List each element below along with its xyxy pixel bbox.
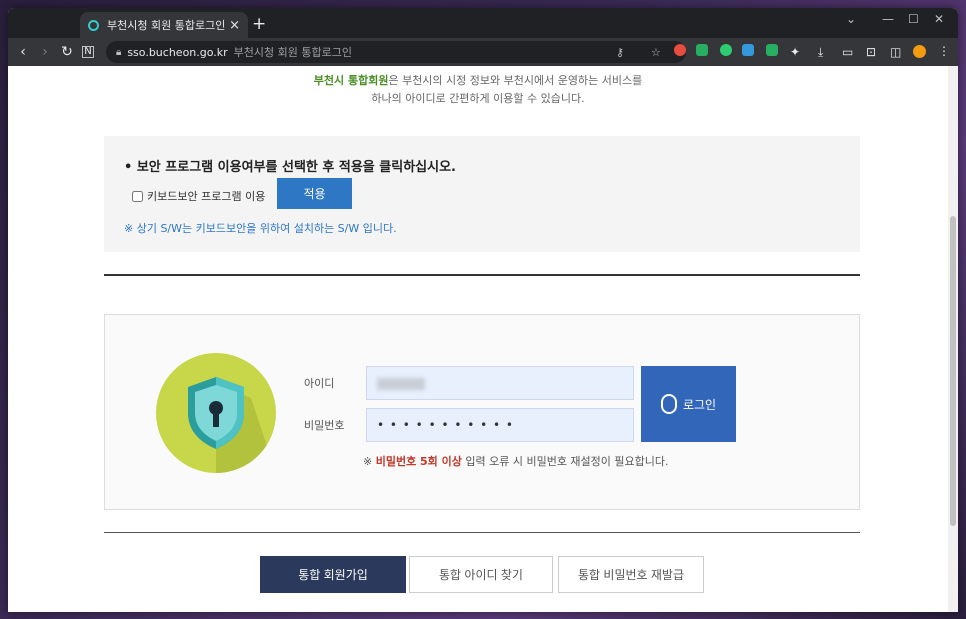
id-value-blurred xyxy=(377,378,425,390)
tab-bar: 부천시청 회원 통합로그인 × + ⌄ — ☐ ✕ xyxy=(8,8,958,38)
password-label: 비밀번호 xyxy=(304,419,345,432)
url-page-title: 부천시청 회원 통합로그인 xyxy=(233,46,352,59)
find-id-button[interactable]: 통합 아이디 찾기 xyxy=(409,556,553,593)
cast-icon[interactable]: ▭ xyxy=(842,45,853,59)
bookmark-star-icon[interactable]: ☆ xyxy=(651,46,661,59)
add-extension-icon[interactable] xyxy=(766,44,778,56)
intro-line-1: 부천시 통합회원은 부천시의 시정 정보와 부천시에서 운영하는 서비스를 xyxy=(8,72,948,88)
intro-line-2: 하나의 아이디로 간편하게 이용할 수 있습니다. xyxy=(371,92,585,105)
browser-toolbar: ‹ › ↻ N 🔒︎ sso.bucheon.go.kr 부천시청 회원 통합로… xyxy=(8,38,958,66)
back-icon[interactable]: ‹ xyxy=(12,44,34,60)
password-input[interactable]: • • • • • • • • • • • xyxy=(366,408,634,442)
maximize-icon[interactable]: ☐ xyxy=(908,12,919,26)
close-tab-icon[interactable]: × xyxy=(229,18,240,33)
login-button-label: 로그인 xyxy=(682,397,717,412)
section-divider xyxy=(104,274,860,276)
translate-icon[interactable] xyxy=(742,44,754,56)
warn-rest: 입력 오류 시 비밀번호 재설정이 필요합니다. xyxy=(461,455,669,468)
address-bar[interactable]: 🔒︎ sso.bucheon.go.kr 부천시청 회원 통합로그인 ⚷ ☆ xyxy=(106,41,686,63)
login-panel: 아이디 비밀번호 • • • • • • • • • • • 로그인 ※ 비밀번… xyxy=(104,314,860,510)
intro-highlight: 부천시 통합회원 xyxy=(313,74,389,87)
reset-password-button[interactable]: 통합 비밀번호 재발급 xyxy=(558,556,704,593)
tab-search-icon[interactable]: ⌄ xyxy=(846,12,856,26)
warn-prefix: ※ xyxy=(363,455,376,468)
sidepanel-icon[interactable]: ◫ xyxy=(890,45,901,59)
extension-red-icon[interactable] xyxy=(674,44,686,56)
forward-icon[interactable]: › xyxy=(34,44,56,60)
minimize-icon[interactable]: — xyxy=(882,12,894,26)
new-tab-button[interactable]: + xyxy=(252,14,266,34)
favicon-icon xyxy=(88,19,99,31)
id-label: 아이디 xyxy=(304,377,335,390)
keyboard-security-checkbox[interactable] xyxy=(132,190,143,202)
bullet-icon: • xyxy=(124,160,133,175)
extension-n-icon[interactable]: N xyxy=(82,46,94,58)
reload-icon[interactable]: ↻ xyxy=(56,44,78,60)
apply-button[interactable]: 적용 xyxy=(277,178,352,209)
bottom-divider xyxy=(104,532,860,533)
shield-extension-icon[interactable] xyxy=(696,44,708,56)
keyboard-security-option[interactable]: 키보드보안 프로그램 이용 xyxy=(132,188,265,204)
puzzle-icon[interactable]: ✦ xyxy=(790,45,800,59)
browser-window: 부천시청 회원 통합로그인 × + ⌄ — ☐ ✕ ‹ › ↻ N 🔒︎ sso… xyxy=(8,8,958,612)
join-button[interactable]: 통합 회원가입 xyxy=(260,556,406,593)
security-panel: • 보안 프로그램 이용여부를 선택한 후 적용을 클릭하십시오. 키보드보안 … xyxy=(104,136,860,252)
password-warning: ※ 비밀번호 5회 이상 입력 오류 시 비밀번호 재설정이 필요합니다. xyxy=(363,453,669,469)
extension-green-icon[interactable] xyxy=(720,44,732,56)
keyboard-security-label: 키보드보안 프로그램 이용 xyxy=(147,190,266,203)
security-note: ※ 상기 S/W는 키보드보안을 위하여 설치하는 S/W 입니다. xyxy=(124,222,397,235)
menu-icon[interactable]: ⋮ xyxy=(938,44,950,58)
download-icon[interactable]: ⤓ xyxy=(818,45,823,60)
security-title: • 보안 프로그램 이용여부를 선택한 후 적용을 클릭하십시오. xyxy=(124,156,456,175)
tab-title: 부천시청 회원 통합로그인 xyxy=(107,19,226,32)
profile-avatar[interactable] xyxy=(913,45,926,58)
page-content: 부천시 통합회원은 부천시의 시정 정보와 부천시에서 운영하는 서비스를 하나… xyxy=(8,66,958,612)
warn-highlight: 비밀번호 5회 이상 xyxy=(375,455,462,468)
shield-logo-icon xyxy=(156,353,276,473)
scrollbar[interactable] xyxy=(948,66,958,612)
window-close-icon[interactable]: ✕ xyxy=(934,12,944,26)
tab-active[interactable]: 부천시청 회원 통합로그인 × xyxy=(80,12,248,38)
lock-icon[interactable]: 🔒︎ xyxy=(116,47,121,58)
scrollbar-thumb[interactable] xyxy=(950,216,956,526)
padlock-icon xyxy=(660,394,677,414)
security-title-text: 보안 프로그램 이용여부를 선택한 후 적용을 클릭하십시오. xyxy=(136,160,456,175)
intro-line-1-rest: 은 부천시의 시정 정보와 부천시에서 운영하는 서비스를 xyxy=(388,74,643,87)
url-domain: sso.bucheon.go.kr xyxy=(127,45,228,59)
login-button[interactable]: 로그인 xyxy=(641,366,736,442)
key-icon[interactable]: ⚷ xyxy=(616,46,624,59)
id-input[interactable] xyxy=(366,366,634,400)
screenshot-icon[interactable]: ⊡ xyxy=(866,45,876,59)
